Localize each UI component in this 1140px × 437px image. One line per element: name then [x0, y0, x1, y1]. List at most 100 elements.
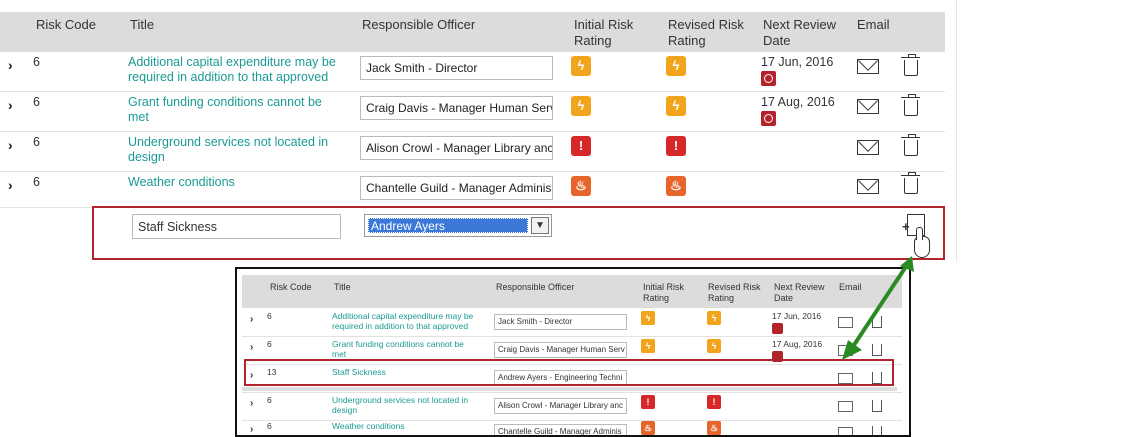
risk-code: 6: [267, 339, 272, 349]
header-initial-risk-rating[interactable]: Initial Risk Rating: [574, 17, 649, 49]
expand-chevron-icon: ›: [250, 424, 254, 435]
risk-title-link[interactable]: Underground services not located in desi…: [128, 135, 343, 165]
lightning-icon: ϟ: [641, 339, 655, 353]
next-review-date: 17 Jun, 2016: [772, 311, 822, 321]
exclamation-icon: !: [666, 136, 686, 156]
result-preview: Risk Code Title Responsible Officer Init…: [235, 267, 911, 437]
table-row: › 6 Additional capital expenditure may b…: [242, 309, 902, 337]
trash-icon[interactable]: [901, 134, 920, 156]
risk-title-link[interactable]: Additional capital expenditure may be re…: [128, 55, 343, 85]
clock-icon: [761, 71, 776, 86]
header-revised-risk-rating: Revised Risk Rating: [708, 282, 761, 303]
risk-table: Risk Code Title Responsible Officer Init…: [0, 12, 945, 208]
expand-chevron-icon: ›: [250, 314, 254, 325]
table-row: › 6 Underground services not located in …: [0, 132, 945, 172]
email-icon[interactable]: [857, 140, 879, 155]
next-review-date: 17 Jun, 2016: [761, 55, 834, 69]
lightning-icon: ϟ: [571, 96, 591, 116]
table-row: › 6 Additional capital expenditure may b…: [0, 52, 945, 92]
risk-code: 6: [33, 95, 40, 109]
expand-chevron-icon: ›: [250, 342, 254, 353]
clock-icon: [761, 111, 776, 126]
table-header: Risk Code Title Responsible Officer Init…: [242, 275, 902, 308]
clock-icon: [772, 323, 783, 334]
email-icon[interactable]: [857, 179, 879, 194]
table-row: › 6 Grant funding conditions cannot be m…: [0, 92, 945, 132]
next-review-date: 17 Aug, 2016: [761, 95, 835, 109]
header-next-review-date[interactable]: Next Review Date: [763, 17, 843, 49]
lightning-icon: ϟ: [571, 56, 591, 76]
responsible-officer-field[interactable]: Craig Davis - Manager Human Serv: [360, 96, 553, 120]
risk-code: 6: [267, 395, 272, 405]
lightning-icon: ϟ: [707, 339, 721, 353]
header-revised-risk-rating[interactable]: Revised Risk Rating: [668, 17, 748, 49]
new-risk-title-input[interactable]: Staff Sickness: [132, 214, 341, 239]
expand-chevron-icon[interactable]: ›: [8, 97, 13, 113]
risk-code: 6: [33, 135, 40, 149]
fire-icon: ♨: [666, 176, 686, 196]
responsible-officer-select[interactable]: Andrew Ayers ▼: [364, 214, 552, 237]
header-responsible-officer: Responsible Officer: [496, 282, 575, 292]
risk-code: 6: [33, 175, 40, 189]
trash-icon: [872, 426, 882, 435]
responsible-officer-field[interactable]: Chantelle Guild - Manager Adminis: [360, 176, 553, 200]
risk-title-link: Underground services not located in desi…: [332, 395, 469, 415]
trash-icon: [872, 344, 882, 356]
lightning-icon: ϟ: [641, 311, 655, 325]
trash-icon[interactable]: [901, 172, 920, 194]
responsible-officer-field: Jack Smith - Director: [494, 314, 627, 330]
responsible-officer-field: Craig Davis - Manager Human Serv: [494, 342, 627, 358]
table-row: › 6 Weather conditions Chantelle Guild -…: [242, 419, 902, 435]
header-email[interactable]: Email: [857, 17, 890, 33]
trash-icon[interactable]: [901, 54, 920, 76]
header-title[interactable]: Title: [130, 17, 154, 33]
divider: [242, 387, 897, 391]
lightning-icon: ϟ: [666, 96, 686, 116]
email-icon[interactable]: [857, 59, 879, 74]
risk-title-link[interactable]: Grant funding conditions cannot be met: [128, 95, 343, 125]
header-responsible-officer[interactable]: Responsible Officer: [362, 17, 475, 33]
fire-icon: ♨: [641, 421, 655, 435]
risk-code: 6: [33, 55, 40, 69]
responsible-officer-field: Chantelle Guild - Manager Adminis: [494, 424, 627, 435]
risk-title-link: Grant funding conditions cannot be met: [332, 339, 464, 359]
risk-code: 6: [267, 421, 272, 431]
lightning-icon: ϟ: [707, 311, 721, 325]
divider: [956, 0, 957, 262]
header-email: Email: [839, 282, 862, 292]
risk-code: 6: [267, 311, 272, 321]
fire-icon: ♨: [707, 421, 721, 435]
exclamation-icon: !: [641, 395, 655, 409]
risk-title-link: Additional capital expenditure may be re…: [332, 311, 474, 331]
chevron-down-icon[interactable]: ▼: [531, 217, 549, 234]
email-icon: [838, 317, 853, 328]
header-risk-code[interactable]: Risk Code: [36, 17, 96, 33]
header-risk-code: Risk Code: [270, 282, 312, 292]
email-icon: [838, 427, 853, 435]
trash-icon: [872, 316, 882, 328]
responsible-officer-field[interactable]: Jack Smith - Director: [360, 56, 553, 80]
expand-chevron-icon[interactable]: ›: [8, 177, 13, 193]
header-initial-risk-rating: Initial Risk Rating: [643, 282, 685, 303]
header-title: Title: [334, 282, 351, 292]
risk-title-link: Weather conditions: [332, 421, 405, 431]
expand-chevron-icon[interactable]: ›: [8, 137, 13, 153]
next-review-date: 17 Aug, 2016: [772, 339, 823, 349]
expand-chevron-icon[interactable]: ›: [8, 57, 13, 73]
email-icon: [838, 401, 853, 412]
trash-icon[interactable]: [901, 94, 920, 116]
table-header: Risk Code Title Responsible Officer Init…: [0, 12, 945, 52]
trash-icon: [872, 400, 882, 412]
hand-cursor-icon: [914, 227, 930, 258]
new-risk-row: Staff Sickness Andrew Ayers ▼: [92, 206, 945, 260]
risk-title-link[interactable]: Weather conditions: [128, 175, 343, 190]
table-row: › 6 Weather conditions Chantelle Guild -…: [0, 172, 945, 208]
selected-officer: Andrew Ayers: [368, 218, 528, 233]
email-icon[interactable]: [857, 99, 879, 114]
exclamation-icon: !: [571, 136, 591, 156]
lightning-icon: ϟ: [666, 56, 686, 76]
exclamation-icon: !: [707, 395, 721, 409]
responsible-officer-field[interactable]: Alison Crowl - Manager Library anc: [360, 136, 553, 160]
email-icon: [838, 345, 853, 356]
table-row: › 6 Underground services not located in …: [242, 393, 902, 421]
